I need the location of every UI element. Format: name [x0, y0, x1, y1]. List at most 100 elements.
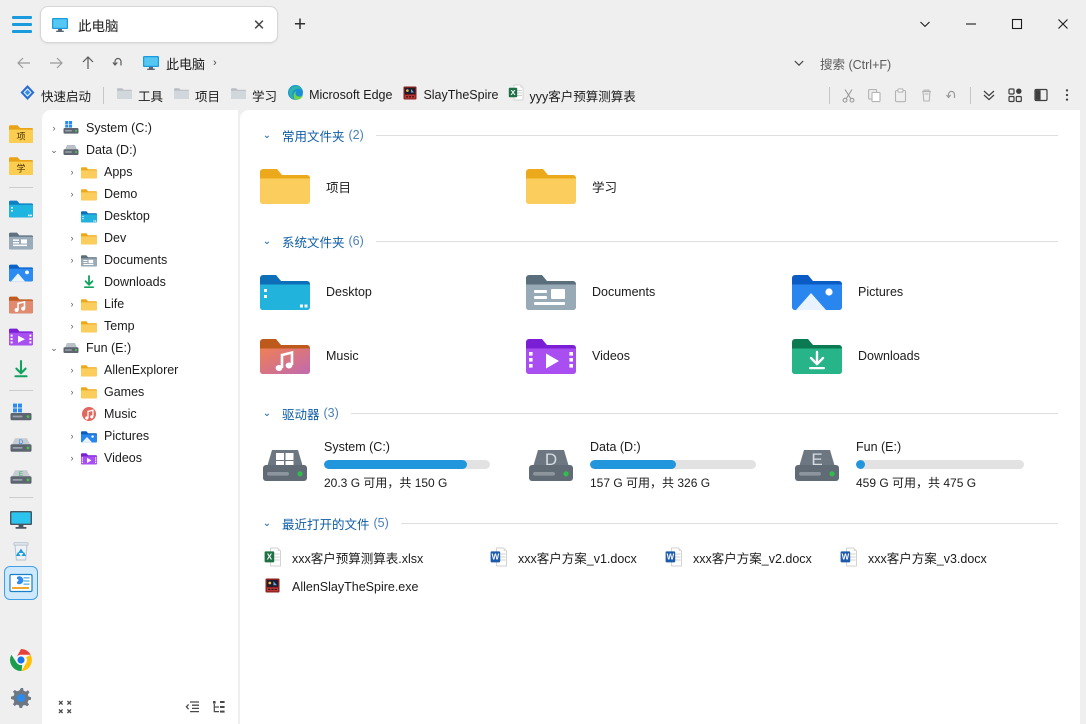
tree-item-allenexplorer[interactable]: ›AllenExplorer	[42, 359, 238, 381]
undo-icon[interactable]	[939, 82, 965, 108]
rail-chrome[interactable]	[5, 644, 37, 676]
tree-item-videos[interactable]: ›Videos	[42, 447, 238, 469]
chevron-right-icon[interactable]: ›	[64, 450, 80, 466]
tree-item-demo[interactable]: ›Demo	[42, 183, 238, 205]
system-folder-documents[interactable]: Documents	[506, 260, 772, 324]
undo-icon[interactable]	[106, 48, 134, 78]
recent-file-slaythespire-exe[interactable]: AllenSlayTheSpire.exe	[240, 572, 466, 602]
forward-arrow-icon[interactable]	[42, 48, 70, 78]
breadcrumb[interactable]: 此电脑 ›	[142, 48, 217, 78]
rail-drive-d[interactable]: D	[5, 428, 37, 460]
tree-item-music[interactable]: Music	[42, 403, 238, 425]
section-header-recent-files[interactable]: ⌄ 最近打开的文件 (5)	[258, 512, 1080, 534]
tree-item-documents[interactable]: ›Documents	[42, 249, 238, 271]
chevron-down-icon[interactable]: ⌄	[46, 340, 62, 356]
rail-desktop[interactable]	[5, 193, 37, 225]
rail-drive-c[interactable]	[5, 396, 37, 428]
delete-icon[interactable]	[913, 82, 939, 108]
tree-view-icon[interactable]	[206, 694, 232, 720]
chevron-right-icon[interactable]: ›	[64, 186, 80, 202]
chevron-down-icon[interactable]: ⌄	[46, 142, 62, 158]
minimize-icon[interactable]	[948, 1, 994, 47]
tab-this-pc[interactable]: 此电脑 ✕	[40, 6, 278, 43]
chevron-right-icon[interactable]: ›	[64, 362, 80, 378]
section-header-drives[interactable]: ⌄ 驱动器 (3)	[258, 402, 1080, 424]
folder-item-xiangmu[interactable]: 项目	[240, 154, 506, 218]
indent-icon[interactable]	[180, 694, 206, 720]
up-arrow-icon[interactable]	[74, 48, 102, 78]
layout-pane-icon[interactable]	[1028, 82, 1054, 108]
rail-drive-e[interactable]: E	[5, 460, 37, 492]
chevron-down-icon[interactable]	[902, 1, 948, 47]
chevron-right-icon[interactable]: ›	[64, 428, 80, 444]
recent-file-plan-v2[interactable]: W xxx客户方案_v2.docx	[641, 542, 816, 572]
quick-launch-item-study[interactable]: 学习	[225, 83, 282, 107]
recent-file-plan-v1[interactable]: W xxx客户方案_v1.docx	[466, 542, 641, 572]
quick-launch-item-slaythespire[interactable]: SlayTheSpire	[397, 83, 503, 107]
quick-launch-item-tools[interactable]: 工具	[111, 83, 168, 107]
tree-item-apps[interactable]: ›Apps	[42, 161, 238, 183]
cut-icon[interactable]	[835, 82, 861, 108]
paste-icon[interactable]	[887, 82, 913, 108]
chevron-down-icon[interactable]: ⌄	[258, 126, 276, 144]
tree-item-system-c[interactable]: ›System (C:)	[42, 117, 238, 139]
grid-view-icon[interactable]	[1002, 82, 1028, 108]
system-folder-pictures[interactable]: Pictures	[772, 260, 1038, 324]
recent-file-plan-v3[interactable]: W xxx客户方案_v3.docx	[816, 542, 996, 572]
chevrons-down-icon[interactable]	[976, 82, 1002, 108]
quick-launch-item-edge[interactable]: Microsoft Edge	[282, 83, 397, 107]
rail-recycle-bin[interactable]	[5, 535, 37, 567]
collapse-icon[interactable]	[52, 694, 78, 720]
tree-item-games[interactable]: ›Games	[42, 381, 238, 403]
rail-folder-xiang[interactable]: 项	[5, 118, 37, 150]
recent-file-budget-xlsx[interactable]: X xxx客户预算测算表.xlsx	[240, 542, 466, 572]
drive-item-e[interactable]: E Fun (E:) 459 G 可用，共 475 G	[772, 434, 1038, 494]
chevron-right-icon[interactable]: ›	[64, 296, 80, 312]
section-header-system-folders[interactable]: ⌄ 系统文件夹 (6)	[258, 230, 1080, 252]
folder-item-xuexi[interactable]: 学习	[506, 154, 772, 218]
quick-launch-item-excel-budget[interactable]: X yyy客户预算测算表	[503, 83, 640, 107]
rail-documents[interactable]	[5, 225, 37, 257]
chevron-right-icon[interactable]: ›	[64, 384, 80, 400]
rail-downloads[interactable]	[5, 353, 37, 385]
chevron-right-icon[interactable]: ›	[46, 120, 62, 136]
back-arrow-icon[interactable]	[10, 48, 38, 78]
rail-pictures[interactable]	[5, 257, 37, 289]
tree-item-downloads[interactable]: Downloads	[42, 271, 238, 293]
search-input[interactable]: 搜索 (Ctrl+F)	[820, 48, 891, 78]
system-folder-downloads[interactable]: Downloads	[772, 324, 1038, 388]
drive-item-d[interactable]: D Data (D:) 157 G 可用，共 326 G	[506, 434, 772, 494]
hamburger-menu-icon[interactable]	[8, 12, 36, 36]
rail-settings[interactable]	[5, 682, 37, 714]
chevron-down-icon[interactable]: ⌄	[258, 232, 276, 250]
rail-this-pc[interactable]	[5, 503, 37, 535]
tree-item-desktop[interactable]: Desktop	[42, 205, 238, 227]
close-icon[interactable]	[1040, 1, 1086, 47]
chevron-right-icon[interactable]: ›	[213, 57, 217, 69]
tree-item-temp[interactable]: ›Temp	[42, 315, 238, 337]
maximize-icon[interactable]	[994, 1, 1040, 47]
rail-folder-xue[interactable]: 学	[5, 150, 37, 182]
chevron-right-icon[interactable]: ›	[64, 164, 80, 180]
rail-videos[interactable]	[5, 321, 37, 353]
rail-control-panel[interactable]	[5, 567, 37, 599]
close-icon[interactable]: ✕	[249, 15, 269, 35]
quick-launch-item-projects[interactable]: 项目	[168, 83, 225, 107]
quick-launch-title[interactable]: 快速启动	[14, 83, 96, 107]
system-folder-videos[interactable]: Videos	[506, 324, 772, 388]
tree-item-data-d[interactable]: ⌄Data (D:)	[42, 139, 238, 161]
copy-icon[interactable]	[861, 82, 887, 108]
drive-item-c[interactable]: System (C:) 20.3 G 可用，共 150 G	[240, 434, 506, 494]
chevron-right-icon[interactable]: ›	[64, 318, 80, 334]
system-folder-music[interactable]: Music	[240, 324, 506, 388]
chevron-down-icon[interactable]: ⌄	[258, 514, 276, 532]
chevron-right-icon[interactable]: ›	[64, 252, 80, 268]
rail-music[interactable]	[5, 289, 37, 321]
section-header-common-folders[interactable]: ⌄ 常用文件夹 (2)	[258, 124, 1080, 146]
tree-item-life[interactable]: ›Life	[42, 293, 238, 315]
tree-item-fun-e[interactable]: ⌄Fun (E:)	[42, 337, 238, 359]
tree-item-pictures[interactable]: ›Pictures	[42, 425, 238, 447]
address-dropdown-icon[interactable]	[788, 48, 810, 78]
chevron-right-icon[interactable]: ›	[64, 230, 80, 246]
folder-tree[interactable]: ›System (C:)⌄Data (D:)›Apps›DemoDesktop ›…	[42, 110, 238, 690]
